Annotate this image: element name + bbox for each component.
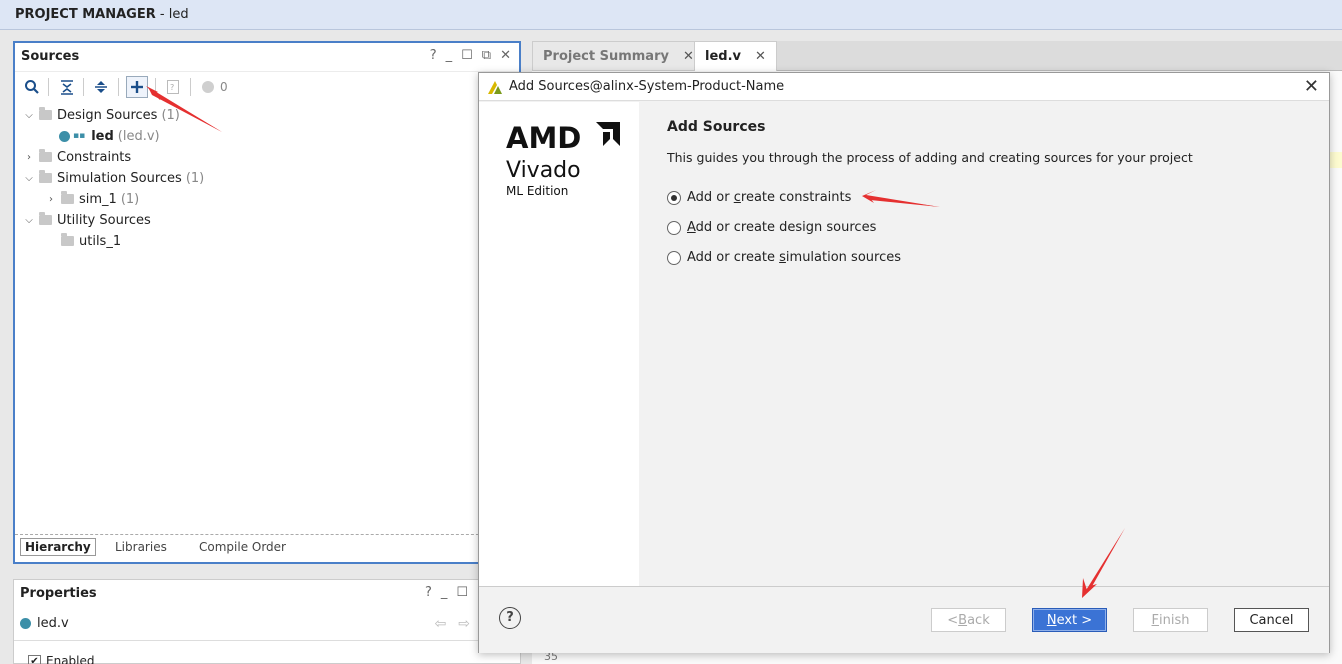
minimize-icon[interactable]: _: [441, 585, 448, 600]
option-simulation-sources[interactable]: Add or create simulation sources: [667, 250, 901, 265]
page-title: PROJECT MANAGER - led: [15, 7, 189, 22]
properties-file: led.v: [20, 616, 69, 631]
product-name: Vivado: [506, 158, 581, 183]
maximize-icon[interactable]: ☐: [461, 48, 473, 63]
module-dot-icon: [59, 130, 70, 142]
option-design-sources[interactable]: Add or create design sources: [667, 220, 876, 235]
edition-name: ML Edition: [506, 184, 569, 198]
svg-text:?: ?: [170, 83, 174, 92]
folder-icon: [61, 191, 74, 204]
radio-constraints[interactable]: [667, 190, 681, 205]
tab-libraries[interactable]: Libraries: [115, 540, 167, 554]
hierarchy-icon: ▪▪: [73, 131, 86, 141]
tab-compile-order[interactable]: Compile Order: [199, 540, 286, 554]
chevron-right-icon[interactable]: ›: [23, 152, 35, 163]
dialog-heading: Add Sources: [667, 119, 766, 135]
module-dot-icon: [20, 618, 31, 629]
forward-arrow-icon[interactable]: ⇨: [458, 616, 470, 632]
close-icon[interactable]: ✕: [683, 49, 694, 64]
tree-item-constraints[interactable]: › Constraints: [23, 147, 131, 167]
float-icon[interactable]: ⧉: [482, 48, 491, 63]
minimize-icon[interactable]: _: [446, 48, 453, 63]
sources-toolbar: ? 0: [15, 71, 519, 101]
project-manager-header: PROJECT MANAGER - led: [0, 0, 1342, 30]
close-icon[interactable]: ✕: [1304, 76, 1319, 97]
enabled-checkbox-row[interactable]: ✔ Enabled: [28, 654, 95, 664]
folder-icon: [39, 149, 52, 162]
help-icon[interactable]: ?: [430, 48, 437, 63]
tree-item-sim1[interactable]: › sim_1 (1): [45, 189, 139, 209]
tree-item-design-sources[interactable]: ⌵ Design Sources (1): [23, 105, 180, 125]
option-constraints[interactable]: Add or create constraints: [667, 190, 851, 205]
help-button[interactable]: ?: [499, 607, 521, 629]
next-button[interactable]: Next >: [1032, 608, 1107, 632]
help-icon[interactable]: ?: [425, 585, 432, 600]
properties-title: Properties: [20, 586, 97, 601]
add-sources-dialog: Add Sources@alinx-System-Product-Name ✕ …: [478, 72, 1330, 653]
amd-arrow-icon: [596, 122, 620, 146]
chevron-down-icon[interactable]: ⌵: [23, 110, 35, 121]
current-line-highlight: [1330, 152, 1342, 168]
radio-design-sources[interactable]: [667, 220, 681, 235]
maximize-icon[interactable]: ☐: [456, 585, 468, 600]
sources-title: Sources: [21, 49, 80, 64]
folder-icon: [61, 233, 74, 246]
close-icon[interactable]: ✕: [755, 49, 766, 64]
add-sources-button[interactable]: [126, 76, 148, 98]
dialog-title: Add Sources@alinx-System-Product-Name: [509, 79, 785, 94]
close-icon[interactable]: ✕: [500, 48, 511, 63]
back-button[interactable]: < Back: [931, 608, 1006, 632]
chevron-down-icon[interactable]: ⌵: [23, 173, 35, 184]
status-circle-icon: [197, 76, 219, 98]
amd-logo: AMD: [506, 121, 582, 155]
tree-item-utility-sources[interactable]: ⌵ Utility Sources: [23, 210, 151, 230]
dialog-content: Add Sources This guides you through the …: [639, 102, 1329, 586]
tab-led-v[interactable]: led.v ✕: [694, 41, 777, 71]
source-file-properties-icon[interactable]: ?: [162, 76, 184, 98]
folder-icon: [39, 170, 52, 183]
brand-panel: AMD Vivado ML Edition: [479, 102, 639, 586]
dialog-description: This guides you through the process of a…: [667, 150, 1193, 165]
tree-item-simulation-sources[interactable]: ⌵ Simulation Sources (1): [23, 168, 204, 188]
cancel-button[interactable]: Cancel: [1234, 608, 1309, 632]
dialog-title-bar: Add Sources@alinx-System-Product-Name ✕: [479, 73, 1329, 101]
chevron-down-icon[interactable]: ⌵: [23, 215, 35, 226]
vivado-logo-icon: [488, 81, 502, 94]
tab-project-summary[interactable]: Project Summary ✕: [532, 41, 705, 71]
radio-simulation-sources[interactable]: [667, 250, 681, 265]
tree-item-utils1[interactable]: utils_1: [57, 231, 121, 251]
back-arrow-icon[interactable]: ⇦: [435, 616, 447, 632]
collapse-all-icon[interactable]: [56, 76, 78, 98]
folder-icon: [39, 212, 52, 225]
sources-view-tabs: Hierarchy Libraries Compile Order: [15, 534, 519, 562]
properties-panel: Properties ? _ ☐ led.v ⇦ ⇨ ✔ Enabled: [13, 579, 521, 664]
enabled-checkbox[interactable]: ✔: [28, 654, 41, 664]
search-icon[interactable]: [21, 76, 43, 98]
expand-all-icon[interactable]: [90, 76, 112, 98]
chevron-right-icon[interactable]: ›: [45, 194, 57, 205]
editor-tab-bar: Project Summary ✕ led.v ✕: [532, 41, 1342, 71]
status-count: 0: [220, 80, 228, 94]
tree-item-led[interactable]: ▪▪ led (led.v): [59, 126, 160, 146]
dialog-button-bar: ? < Back Next > Finish Cancel: [479, 586, 1329, 653]
finish-button[interactable]: Finish: [1133, 608, 1208, 632]
sources-panel: Sources ? _ ☐ ⧉ ✕ ? 0 ⌵ Design Sources (…: [13, 41, 521, 564]
tab-hierarchy[interactable]: Hierarchy: [20, 538, 96, 556]
folder-icon: [39, 107, 52, 120]
